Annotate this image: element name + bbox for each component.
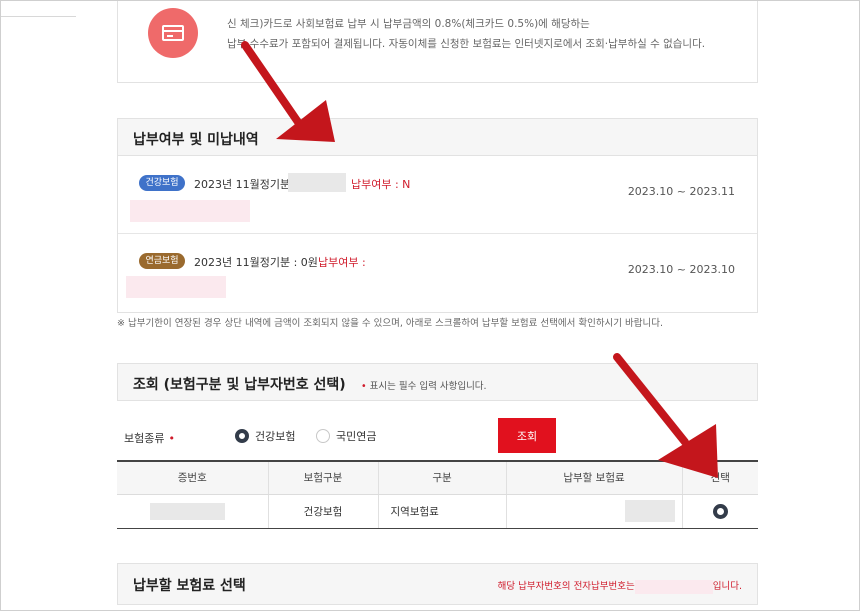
masked-e-payment-number bbox=[634, 579, 713, 594]
col-header-select: 선택 bbox=[681, 460, 758, 495]
col-header-insurance-type: 보험구분 bbox=[267, 460, 378, 495]
payment-period: 2023.10 ~ 2023.10 bbox=[627, 263, 735, 276]
insurance-type-cell: 건강보험 bbox=[267, 494, 378, 529]
search-header: 조회 (보험구분 및 납부자번호 선택) • 표시는 필수 입력 사항입니다. bbox=[117, 363, 758, 401]
list-item: 건강보험 2023년 11월정기분 : 납부여부 : N 2023.10 ~ 2… bbox=[118, 156, 757, 234]
payment-amount-text: 2023년 11월정기분 : bbox=[194, 178, 298, 191]
required-note: • 표시는 필수 입력 사항입니다. bbox=[361, 378, 487, 392]
amount-cell bbox=[505, 494, 682, 529]
radio-selected-icon[interactable] bbox=[235, 429, 249, 443]
col-header-policy-number: 증번호 bbox=[117, 460, 268, 495]
radio-health-insurance[interactable]: 건강보험 bbox=[235, 428, 295, 444]
table-header-row: 증번호 보험구분 구분 납부할 보험료 선택 bbox=[117, 460, 758, 495]
category-cell: 지역보험료 bbox=[377, 494, 506, 529]
select-radio-icon[interactable] bbox=[712, 503, 728, 519]
masked-amount bbox=[288, 173, 346, 192]
insurance-type-label: 보험종류 • bbox=[124, 430, 175, 446]
payment-status-text: 납부여부 : bbox=[318, 256, 366, 269]
radio-unselected-icon[interactable] bbox=[316, 429, 330, 443]
col-header-amount: 납부할 보험료 bbox=[505, 460, 682, 495]
payment-status-text: 납부여부 : N bbox=[351, 178, 411, 191]
e-payment-note-suffix: 입니다. bbox=[712, 581, 742, 592]
search-title: 조회 (보험구분 및 납부자번호 선택) bbox=[133, 377, 346, 393]
payment-status-list: 건강보험 2023년 11월정기분 : 납부여부 : N 2023.10 ~ 2… bbox=[117, 156, 758, 313]
select-cell[interactable] bbox=[681, 494, 758, 529]
radio-health-insurance-label: 건강보험 bbox=[255, 430, 296, 443]
required-note-text: 표시는 필수 입력 사항입니다. bbox=[369, 381, 487, 392]
select-payment-title: 납부할 보험료 선택 bbox=[133, 578, 246, 594]
radio-national-pension-label: 국민연금 bbox=[336, 430, 377, 443]
col-header-category: 구분 bbox=[377, 460, 506, 495]
payment-amount-text: 2023년 11월정기분 : 0원 bbox=[194, 256, 318, 269]
insurance-type-label-text: 보험종류 bbox=[124, 432, 165, 445]
radio-national-pension[interactable]: 국민연금 bbox=[316, 428, 376, 444]
masked-detail bbox=[126, 276, 226, 298]
e-payment-number-note: 해당 납부자번호의 전자납부번호는 입니다. bbox=[498, 578, 742, 594]
select-payment-header: 납부할 보험료 선택 해당 납부자번호의 전자납부번호는 입니다. bbox=[117, 563, 758, 605]
masked-detail bbox=[130, 200, 250, 222]
masked-amount bbox=[624, 499, 675, 522]
required-dot: • bbox=[361, 381, 367, 392]
payment-status-title: 납부여부 및 미납내역 bbox=[133, 132, 259, 148]
health-insurance-badge: 건강보험 bbox=[139, 175, 185, 191]
card-payment-info: 신 체크)카드로 사회보험료 납부 시 납부금액의 0.8%(체크카드 0.5%… bbox=[117, 0, 758, 83]
divider bbox=[0, 16, 76, 17]
payment-period: 2023.10 ~ 2023.11 bbox=[627, 185, 735, 198]
policy-number-cell bbox=[117, 494, 268, 529]
card-info-line-1: 신 체크)카드로 사회보험료 납부 시 납부금액의 0.8%(체크카드 0.5%… bbox=[227, 18, 590, 30]
list-item: 연금보험 2023년 11월정기분 : 0원 납부여부 : 2023.10 ~ … bbox=[118, 234, 757, 312]
masked-policy-number bbox=[150, 502, 225, 520]
payer-table: 증번호 보험구분 구분 납부할 보험료 선택 건강보험 지역보험료 bbox=[117, 460, 758, 529]
pension-insurance-badge: 연금보험 bbox=[139, 253, 185, 269]
table-row[interactable]: 건강보험 지역보험료 bbox=[117, 494, 758, 529]
e-payment-note-prefix: 해당 납부자번호의 전자납부번호는 bbox=[497, 581, 635, 592]
credit-card-icon bbox=[148, 8, 198, 58]
card-info-line-2: 납부 수수료가 포함되어 결제됩니다. 자동이체를 신청한 보험료는 인터넷지로… bbox=[227, 38, 706, 50]
extension-note: ※ 납부기한이 연장된 경우 상단 내역에 금액이 조회되지 않을 수 있으며,… bbox=[117, 318, 664, 329]
payment-status-header: 납부여부 및 미납내역 bbox=[117, 118, 758, 156]
required-mark: • bbox=[168, 432, 175, 445]
search-button[interactable]: 조회 bbox=[498, 418, 556, 453]
card-info-text: 신 체크)카드로 사회보험료 납부 시 납부금액의 0.8%(체크카드 0.5%… bbox=[227, 14, 747, 54]
